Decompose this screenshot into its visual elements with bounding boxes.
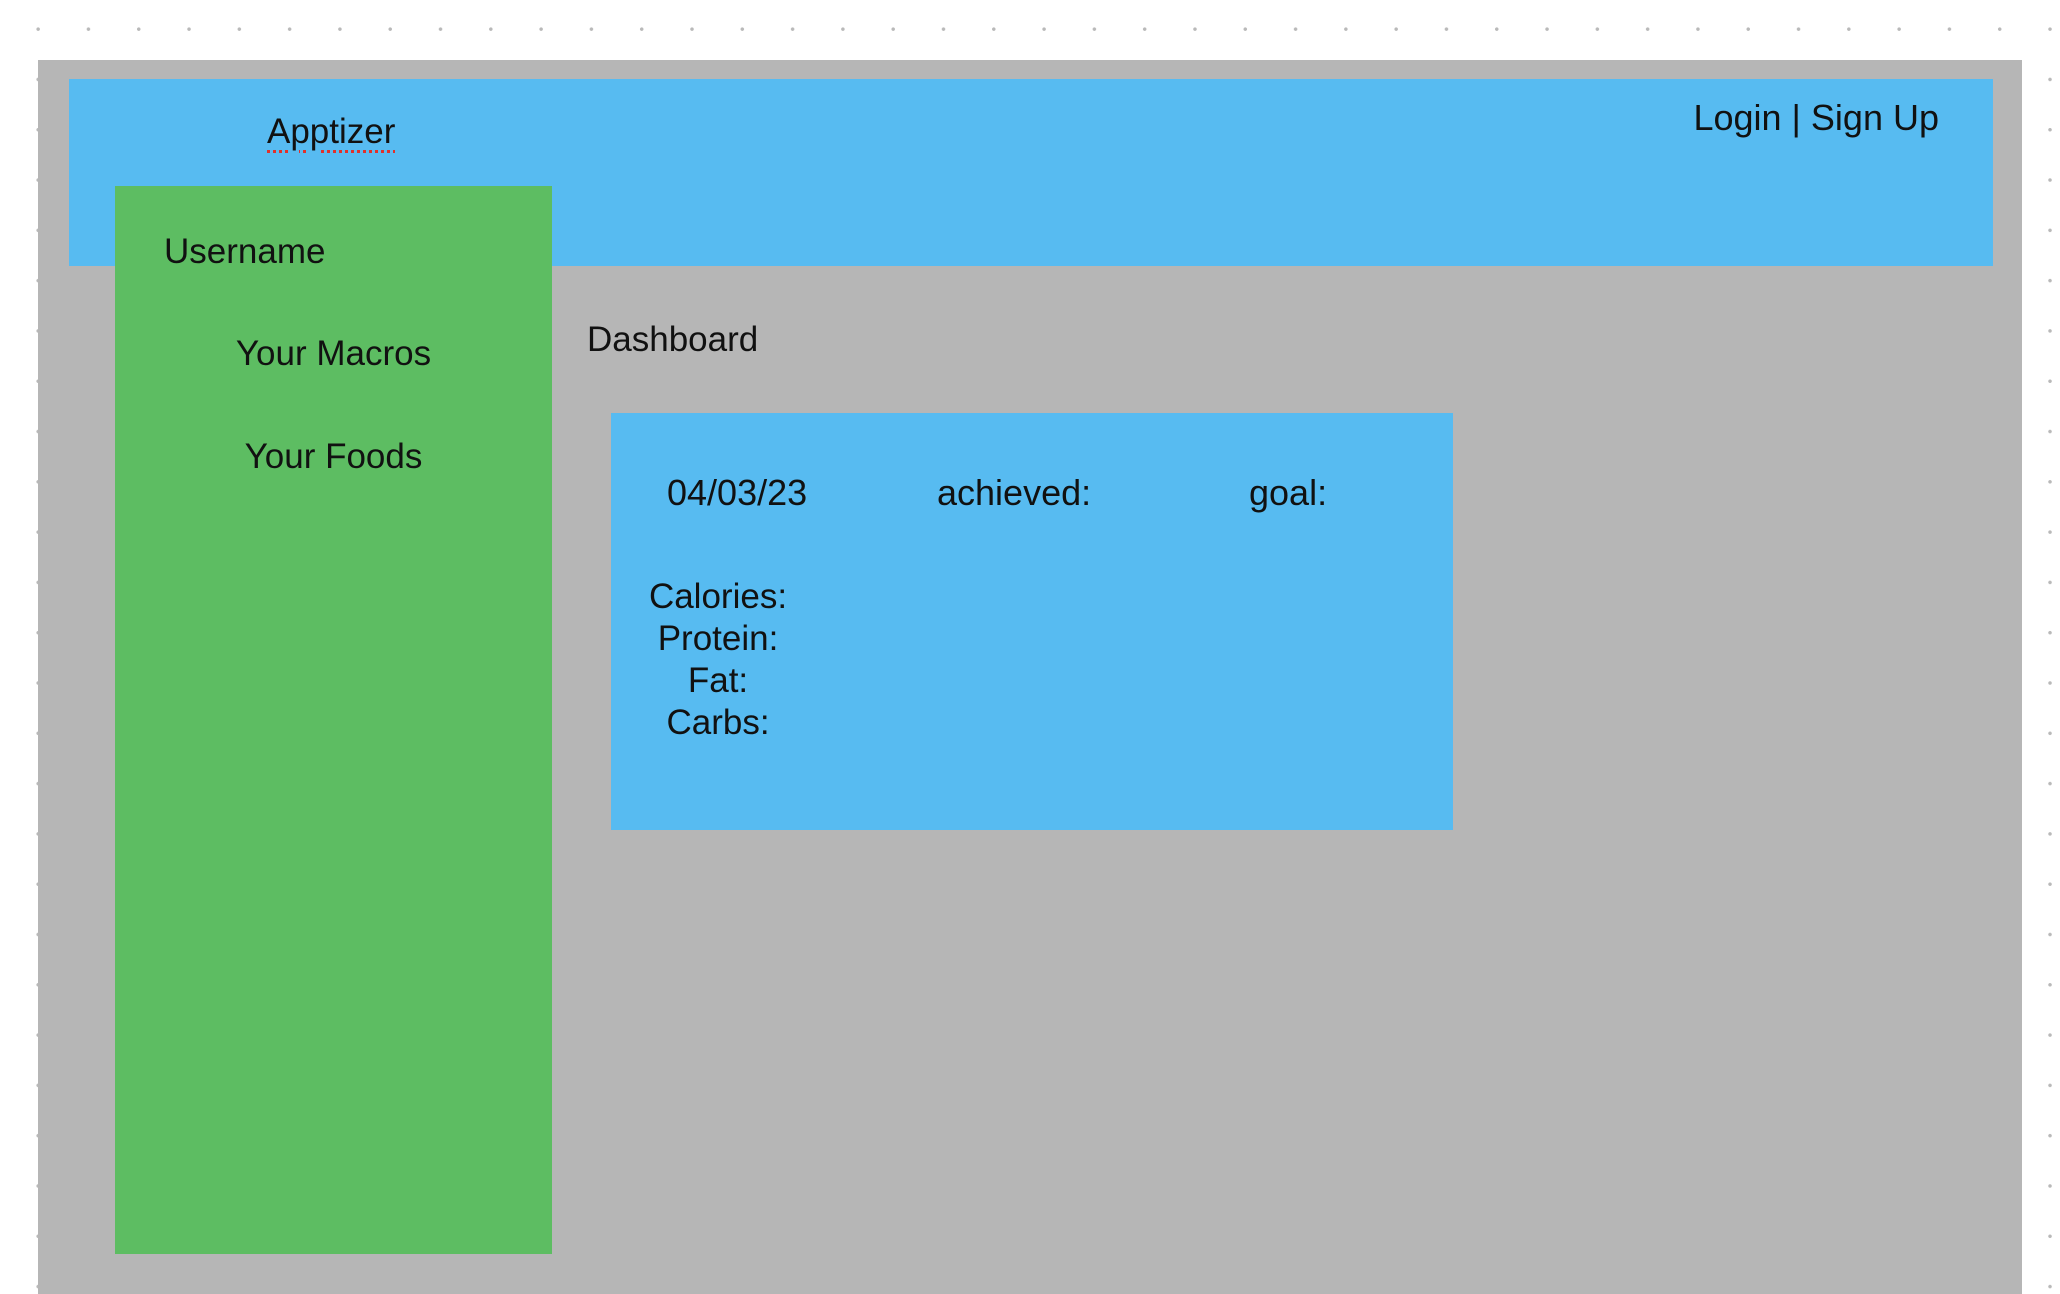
auth-links: Login | Sign Up (1693, 96, 1939, 140)
macro-list: Calories: Protein: Fat: Carbs: (628, 576, 808, 744)
macro-label-protein: Protein: (657, 619, 779, 658)
signup-link[interactable]: Sign Up (1811, 97, 1939, 138)
macro-label-carbs: Carbs: (666, 703, 770, 742)
login-link[interactable]: Login (1693, 97, 1781, 138)
goal-column-header: goal: (1249, 472, 1328, 513)
sidebar-username: Username (164, 232, 326, 271)
macro-label-calories: Calories: (648, 577, 788, 616)
app-logo[interactable]: Apptizer (267, 110, 395, 154)
card-date: 04/03/23 (667, 472, 808, 513)
sidebar-item-your-foods[interactable]: Your Foods (115, 435, 552, 479)
page-title: Dashboard (587, 320, 759, 359)
sidebar-item-your-macros[interactable]: Your Macros (115, 332, 552, 376)
achieved-column-header: achieved: (937, 472, 1092, 513)
macro-label-fat: Fat: (687, 661, 749, 700)
auth-separator: | (1791, 97, 1801, 138)
